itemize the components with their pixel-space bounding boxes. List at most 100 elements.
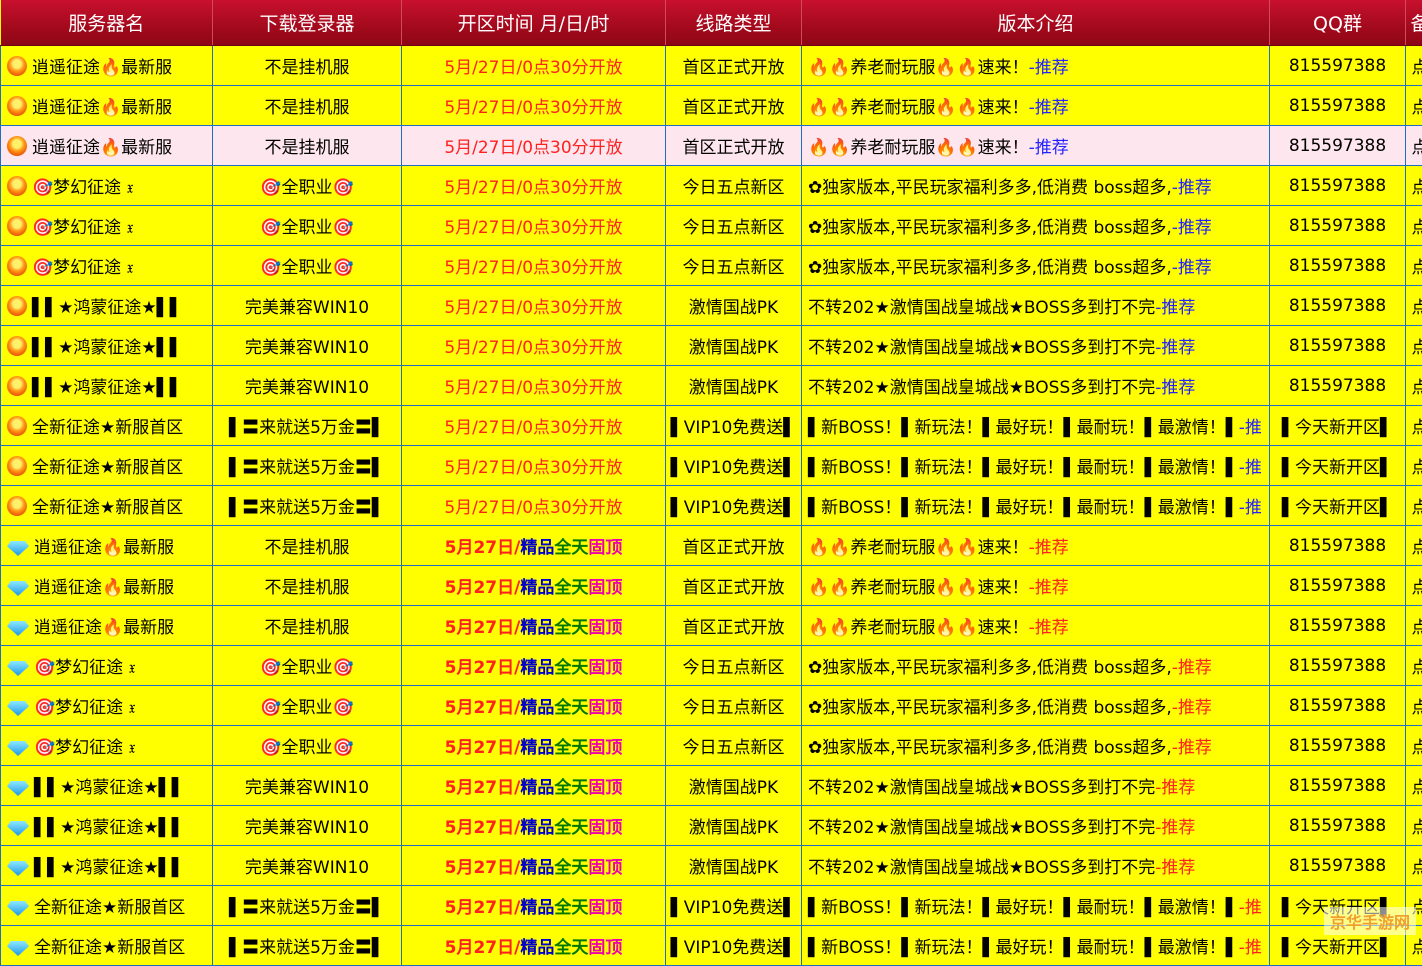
download-link[interactable]: 不是挂机服	[213, 606, 402, 646]
recommend-link[interactable]: -推荐	[1155, 378, 1195, 398]
table-row[interactable]: ▌▌★鸿蒙征途★▌▌完美兼容WIN105月27日/精品全天固顶激情国战PK不转2…	[1, 846, 1422, 886]
server-name-link[interactable]: 逍遥征途🔥最新服	[32, 138, 172, 158]
download-link[interactable]: 🎯全职业🎯	[213, 206, 402, 246]
table-row[interactable]: 🎯梦幻征途 𝔵🎯全职业🎯5月27日/精品全天固顶今日五点新区✿独家版本,平民玩家…	[1, 686, 1422, 726]
server-name-cell[interactable]: 逍遥征途🔥最新服	[1, 46, 213, 86]
server-name-link[interactable]: 全新征途★新服首区	[34, 938, 185, 958]
server-name-cell[interactable]: 🎯梦幻征途 𝔵	[1, 726, 213, 766]
extra-cell[interactable]: 点	[1406, 606, 1422, 646]
server-name-link[interactable]: ▌▌★鸿蒙征途★▌▌	[34, 818, 185, 838]
server-name-cell[interactable]: 逍遥征途🔥最新服	[1, 526, 213, 566]
table-row[interactable]: 全新征途★新服首区▌〓来就送5万金〓▌5月27日/精品全天固顶▌VIP10免费送…	[1, 926, 1422, 966]
download-link[interactable]: 不是挂机服	[213, 46, 402, 86]
recommend-link[interactable]: -推荐	[1172, 218, 1212, 238]
extra-cell[interactable]: 点	[1406, 806, 1422, 846]
table-row[interactable]: 全新征途★新服首区▌〓来就送5万金〓▌5月/27日/0点30分开放▌VIP10免…	[1, 406, 1422, 446]
extra-cell[interactable]: 点	[1406, 246, 1422, 286]
server-name-link[interactable]: 全新征途★新服首区	[32, 418, 183, 438]
extra-cell[interactable]: 点	[1406, 46, 1422, 86]
download-link[interactable]: 🎯全职业🎯	[213, 246, 402, 286]
server-name-cell[interactable]: 逍遥征途🔥最新服	[1, 126, 213, 166]
recommend-link[interactable]: -推荐	[1029, 578, 1069, 598]
extra-cell[interactable]: 点	[1406, 326, 1422, 366]
table-row[interactable]: ▌▌★鸿蒙征途★▌▌完美兼容WIN105月/27日/0点30分开放激情国战PK不…	[1, 326, 1422, 366]
recommend-link[interactable]: -推荐	[1155, 338, 1195, 358]
download-link[interactable]: ▌〓来就送5万金〓▌	[213, 486, 402, 526]
extra-cell[interactable]: 点	[1406, 686, 1422, 726]
download-link[interactable]: ▌〓来就送5万金〓▌	[213, 886, 402, 926]
server-name-cell[interactable]: 逍遥征途🔥最新服	[1, 606, 213, 646]
recommend-link[interactable]: -推	[1239, 898, 1262, 918]
server-name-link[interactable]: ▌▌★鸿蒙征途★▌▌	[32, 378, 183, 398]
extra-cell[interactable]: 点	[1406, 646, 1422, 686]
recommend-link[interactable]: -推荐	[1029, 538, 1069, 558]
extra-cell[interactable]: 点	[1406, 286, 1422, 326]
recommend-link[interactable]: -推	[1239, 458, 1262, 478]
table-row[interactable]: 逍遥征途🔥最新服不是挂机服5月27日/精品全天固顶首区正式开放🔥🔥养老耐玩服🔥🔥…	[1, 566, 1422, 606]
download-link[interactable]: ▌〓来就送5万金〓▌	[213, 926, 402, 966]
table-row[interactable]: ▌▌★鸿蒙征途★▌▌完美兼容WIN105月27日/精品全天固顶激情国战PK不转2…	[1, 766, 1422, 806]
extra-cell[interactable]: 点	[1406, 366, 1422, 406]
server-name-link[interactable]: 🎯梦幻征途 𝔵	[34, 658, 135, 678]
server-name-cell[interactable]: ▌▌★鸿蒙征途★▌▌	[1, 366, 213, 406]
server-name-cell[interactable]: 全新征途★新服首区	[1, 486, 213, 526]
download-link[interactable]: 完美兼容WIN10	[213, 326, 402, 366]
download-link[interactable]: 🎯全职业🎯	[213, 726, 402, 766]
server-name-link[interactable]: 🎯梦幻征途 𝔵	[32, 178, 133, 198]
server-name-link[interactable]: ▌▌★鸿蒙征途★▌▌	[34, 778, 185, 798]
table-row[interactable]: 逍遥征途🔥最新服不是挂机服5月/27日/0点30分开放首区正式开放🔥🔥养老耐玩服…	[1, 86, 1422, 126]
extra-cell[interactable]: 点	[1406, 166, 1422, 206]
server-name-link[interactable]: 逍遥征途🔥最新服	[34, 578, 174, 598]
extra-cell[interactable]: 点	[1406, 566, 1422, 606]
server-name-cell[interactable]: 🎯梦幻征途 𝔵	[1, 686, 213, 726]
recommend-link[interactable]: -推荐	[1029, 618, 1069, 638]
recommend-link[interactable]: -推荐	[1029, 138, 1069, 158]
extra-cell[interactable]: 点	[1406, 446, 1422, 486]
server-name-cell[interactable]: 🎯梦幻征途 𝔵	[1, 166, 213, 206]
table-row[interactable]: 🎯梦幻征途 𝔵🎯全职业🎯5月/27日/0点30分开放今日五点新区✿独家版本,平民…	[1, 166, 1422, 206]
table-row[interactable]: 逍遥征途🔥最新服不是挂机服5月27日/精品全天固顶首区正式开放🔥🔥养老耐玩服🔥🔥…	[1, 606, 1422, 646]
server-name-link[interactable]: 逍遥征途🔥最新服	[32, 98, 172, 118]
download-link[interactable]: 完美兼容WIN10	[213, 806, 402, 846]
server-name-link[interactable]: ▌▌★鸿蒙征途★▌▌	[34, 858, 185, 878]
server-name-link[interactable]: 全新征途★新服首区	[34, 898, 185, 918]
extra-cell[interactable]: 点	[1406, 846, 1422, 886]
recommend-link[interactable]: -推荐	[1172, 658, 1212, 678]
server-name-link[interactable]: ▌▌★鸿蒙征途★▌▌	[32, 298, 183, 318]
extra-cell[interactable]: 点	[1406, 206, 1422, 246]
server-name-link[interactable]: 逍遥征途🔥最新服	[34, 538, 174, 558]
server-name-cell[interactable]: 全新征途★新服首区	[1, 886, 213, 926]
server-name-cell[interactable]: 全新征途★新服首区	[1, 926, 213, 966]
download-link[interactable]: 完美兼容WIN10	[213, 846, 402, 886]
server-name-cell[interactable]: 🎯梦幻征途 𝔵	[1, 646, 213, 686]
table-row[interactable]: 逍遥征途🔥最新服不是挂机服5月27日/精品全天固顶首区正式开放🔥🔥养老耐玩服🔥🔥…	[1, 526, 1422, 566]
download-link[interactable]: ▌〓来就送5万金〓▌	[213, 406, 402, 446]
recommend-link[interactable]: -推荐	[1172, 738, 1212, 758]
recommend-link[interactable]: -推	[1239, 938, 1262, 958]
table-row[interactable]: ▌▌★鸿蒙征途★▌▌完美兼容WIN105月/27日/0点30分开放激情国战PK不…	[1, 286, 1422, 326]
table-row[interactable]: 🎯梦幻征途 𝔵🎯全职业🎯5月/27日/0点30分开放今日五点新区✿独家版本,平民…	[1, 246, 1422, 286]
extra-cell[interactable]: 点	[1406, 766, 1422, 806]
recommend-link[interactable]: -推荐	[1155, 858, 1195, 878]
server-name-cell[interactable]: ▌▌★鸿蒙征途★▌▌	[1, 326, 213, 366]
extra-cell[interactable]: 点	[1406, 406, 1422, 446]
server-name-link[interactable]: 全新征途★新服首区	[32, 458, 183, 478]
table-row[interactable]: 全新征途★新服首区▌〓来就送5万金〓▌5月/27日/0点30分开放▌VIP10免…	[1, 486, 1422, 526]
server-name-cell[interactable]: ▌▌★鸿蒙征途★▌▌	[1, 286, 213, 326]
download-link[interactable]: ▌〓来就送5万金〓▌	[213, 446, 402, 486]
server-name-cell[interactable]: ▌▌★鸿蒙征途★▌▌	[1, 766, 213, 806]
download-link[interactable]: 完美兼容WIN10	[213, 766, 402, 806]
server-name-cell[interactable]: 🎯梦幻征途 𝔵	[1, 246, 213, 286]
server-name-cell[interactable]: ▌▌★鸿蒙征途★▌▌	[1, 846, 213, 886]
extra-cell[interactable]: 点	[1406, 526, 1422, 566]
server-name-link[interactable]: 逍遥征途🔥最新服	[34, 618, 174, 638]
download-link[interactable]: 🎯全职业🎯	[213, 646, 402, 686]
extra-cell[interactable]: 点	[1406, 486, 1422, 526]
server-name-cell[interactable]: 🎯梦幻征途 𝔵	[1, 206, 213, 246]
server-name-cell[interactable]: 逍遥征途🔥最新服	[1, 86, 213, 126]
table-row[interactable]: 全新征途★新服首区▌〓来就送5万金〓▌5月/27日/0点30分开放▌VIP10免…	[1, 446, 1422, 486]
server-name-link[interactable]: 全新征途★新服首区	[32, 498, 183, 518]
recommend-link[interactable]: -推荐	[1172, 258, 1212, 278]
server-name-cell[interactable]: 全新征途★新服首区	[1, 406, 213, 446]
recommend-link[interactable]: -推	[1239, 498, 1262, 518]
